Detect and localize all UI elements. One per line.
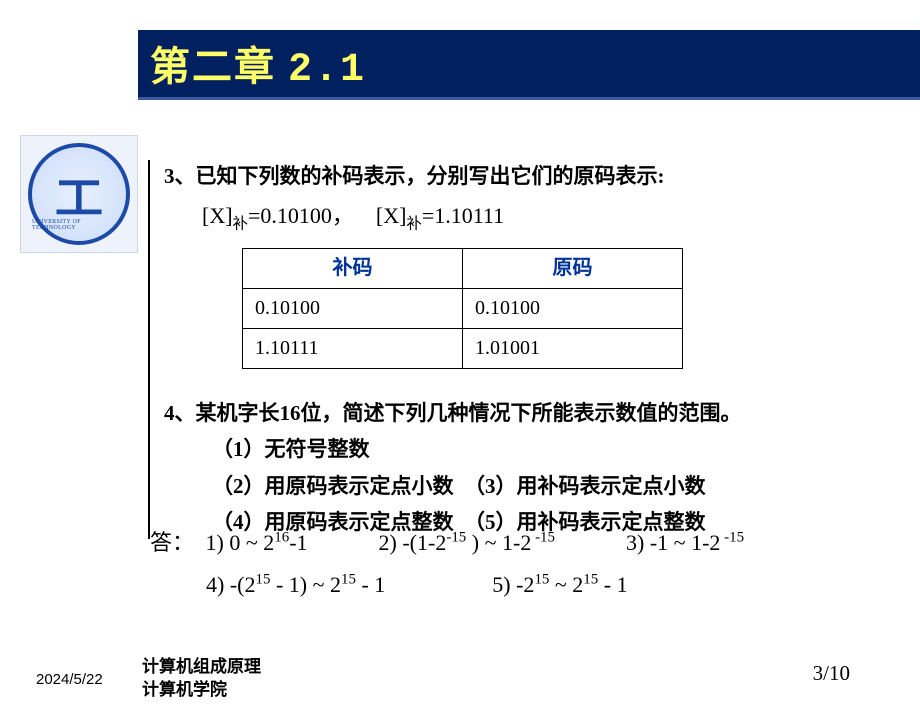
q4-item-2: （2）用原码表示定点小数 xyxy=(212,474,454,498)
q4-item-3: （3）用补码表示定点小数 xyxy=(464,474,706,498)
table-row: 0.10100 0.10100 xyxy=(243,288,683,328)
ans5-post: - 1 xyxy=(598,572,627,597)
answer-block: 答： 1) 0 ~ 216-1 2) -(1-2-15 ) ~ 1-2 -15 … xyxy=(150,522,890,606)
answer-label: 答： xyxy=(150,530,194,555)
ans2-e2: -15 xyxy=(531,530,555,546)
logo-glyph: 工 xyxy=(55,162,103,226)
col-header-original: 原码 xyxy=(463,248,683,288)
chapter-label: 第二章 xyxy=(150,44,276,89)
answer-line-1: 答： 1) 0 ~ 216-1 2) -(1-2-15 ) ~ 1-2 -15 … xyxy=(150,522,890,564)
slide-content: 3、已知下列数的补码表示，分别写出它们的原码表示: [X]补=0.10100， … xyxy=(148,160,888,539)
q3-xa-sub: 补 xyxy=(233,215,248,232)
ans2-e1: -15 xyxy=(446,530,466,546)
logo-ring-text: UNIVERSITY OF TECHNOLOGY xyxy=(32,219,126,231)
footer-center: 计算机组成原理 计算机学院 xyxy=(142,656,261,702)
question-4: 4、某机字长16位，简述下列几种情况下所能表示数值的范围。 xyxy=(164,397,888,430)
q4-sep: 、 xyxy=(175,401,196,425)
q3-xb: [X] xyxy=(376,203,407,228)
ans4-post: - 1 xyxy=(356,572,385,597)
section-number: 2.1 xyxy=(288,48,366,93)
ans5-e1: 15 xyxy=(534,571,549,587)
ans4-e2: 15 xyxy=(341,571,356,587)
ans1-pre: 1) 0 ~ 2 xyxy=(206,530,275,555)
ans4-pre: 4) -(2 xyxy=(206,572,255,597)
q3-xb-eq: =1.10111 xyxy=(422,203,504,228)
q3-xa: [X] xyxy=(202,203,233,228)
university-logo: 工 UNIVERSITY OF TECHNOLOGY xyxy=(20,135,138,253)
answer-line-2: 4) -(215 - 1) ~ 215 - 1 5) -215 ~ 215 - … xyxy=(206,564,890,606)
cell-r2c2: 1.01001 xyxy=(463,328,683,368)
cell-r1c2: 0.10100 xyxy=(463,288,683,328)
title-bar: 第二章 2.1 xyxy=(138,30,920,100)
q3-table: 补码 原码 0.10100 0.10100 1.10111 1.01001 xyxy=(242,248,683,369)
q3-given: [X]补=0.10100， [X]补=1.10111 xyxy=(202,199,888,236)
ans4-e1: 15 xyxy=(255,571,270,587)
q3-xa-eq: =0.10100， xyxy=(248,203,354,228)
table-row: 1.10111 1.01001 xyxy=(243,328,683,368)
ans1-post: -1 xyxy=(289,530,307,555)
cell-r1c1: 0.10100 xyxy=(243,288,463,328)
q4-text: 某机字长16位，简述下列几种情况下所能表示数值的范围。 xyxy=(196,401,742,425)
q3-xb-sub: 补 xyxy=(406,215,421,232)
ans3-pre: 3) -1 ~ 1-2 xyxy=(626,530,720,555)
ans3-e1: -15 xyxy=(720,530,744,546)
ans2-pre: 2) -(1-2 xyxy=(379,530,447,555)
ans5-mid: ~ 2 xyxy=(549,572,583,597)
footer-date: 2024/5/22 xyxy=(36,671,103,688)
question-3: 3、已知下列数的补码表示，分别写出它们的原码表示: xyxy=(164,160,888,193)
q4-line-2: （2）用原码表示定点小数 （3）用补码表示定点小数 xyxy=(212,470,888,503)
logo-circle: 工 UNIVERSITY OF TECHNOLOGY xyxy=(28,143,130,245)
footer-dept: 计算机学院 xyxy=(142,679,261,702)
col-header-complement: 补码 xyxy=(243,248,463,288)
chapter-title: 第二章 2.1 xyxy=(150,34,366,93)
q3-sep: 、 xyxy=(175,164,196,188)
ans1-exp: 16 xyxy=(274,530,289,546)
q3-number: 3 xyxy=(164,164,175,188)
ans4-mid: - 1) ~ 2 xyxy=(270,572,341,597)
q4-number: 4 xyxy=(164,401,175,425)
table-header-row: 补码 原码 xyxy=(243,248,683,288)
q3-text: 已知下列数的补码表示，分别写出它们的原码表示: xyxy=(196,164,665,188)
ans5-pre: 5) -2 xyxy=(492,572,534,597)
footer-course: 计算机组成原理 xyxy=(142,656,261,679)
footer-page: 3/10 xyxy=(813,661,850,686)
cell-r2c1: 1.10111 xyxy=(243,328,463,368)
ans5-e2: 15 xyxy=(583,571,598,587)
q4-item-1: （1）无符号整数 xyxy=(212,433,888,466)
ans2-mid: ) ~ 1-2 xyxy=(466,530,531,555)
